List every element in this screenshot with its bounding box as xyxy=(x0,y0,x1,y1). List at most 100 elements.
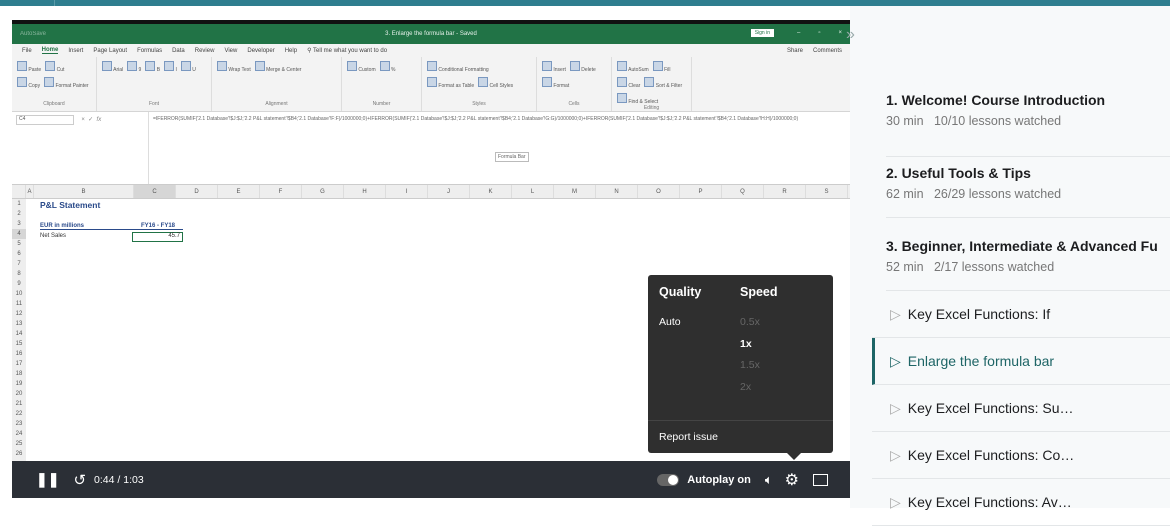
ribbon-group-cells: Insert Delete Format Cells xyxy=(537,57,612,111)
ribbon-button: I xyxy=(164,61,177,73)
ribbon-button: Cut xyxy=(45,61,64,73)
row-header: 20 xyxy=(15,391,23,397)
autoplay-label: Autoplay on xyxy=(687,473,751,486)
settings-gear-icon[interactable]: ⚙︎ xyxy=(785,470,799,490)
excel-title-bar: AutoSave 3. Enlarge the formula bar - Sa… xyxy=(12,24,850,44)
fx-icon: × ✓ fx xyxy=(78,117,102,123)
lesson-item[interactable]: ▷ Key Excel Functions: Su… xyxy=(872,385,1170,432)
row-header: 3 xyxy=(17,221,21,227)
menu-home: Home xyxy=(41,47,59,54)
column-header: B xyxy=(34,185,134,198)
lesson-title: Enlarge the formula bar xyxy=(907,353,1055,369)
speed-option-2x[interactable]: 2x xyxy=(740,381,751,393)
column-headers: ABCDEFGHIJKLMNOPQRS xyxy=(12,185,850,199)
section-3[interactable]: 3. Beginner, Intermediate & Advanced Fu 5… xyxy=(886,238,1170,291)
column-header: C xyxy=(134,185,176,198)
row-header: 21 xyxy=(15,401,23,407)
ribbon-group-styles: Conditional Formatting Format as Table C… xyxy=(422,57,537,111)
cell-c4: 45.7 xyxy=(132,232,183,242)
speed-option-1x[interactable]: 1x xyxy=(740,338,752,350)
section-meta: 52 min 2/17 lessons watched xyxy=(886,260,1055,274)
speed-option-1.5x[interactable]: 1.5x xyxy=(740,359,760,371)
ribbon-button: % xyxy=(379,61,395,73)
lesson-item[interactable]: ▷ Key Excel Functions: Co… xyxy=(872,432,1170,479)
ribbon-button: Conditional Formatting xyxy=(427,61,489,73)
ribbon-group-editing: AutoSum Fill Clear Sort & Filter Find & … xyxy=(612,57,692,111)
row-header: 7 xyxy=(17,261,21,267)
quality-option-auto[interactable]: Auto xyxy=(659,316,681,328)
ribbon-button: Insert xyxy=(542,61,566,73)
row-header: 9 xyxy=(17,281,21,287)
lesson-item[interactable]: ▷ Key Excel Functions: Av… xyxy=(872,479,1170,526)
row-header: 15 xyxy=(15,341,23,347)
section-1[interactable]: 1. Welcome! Course Introduction 30 min 10… xyxy=(886,92,1170,157)
ribbon-button: Merge & Center xyxy=(254,61,301,73)
lesson-item[interactable]: ▷ Key Excel Functions: If xyxy=(872,291,1170,338)
ribbon-button: Delete xyxy=(569,61,596,73)
autoplay-toggle[interactable] xyxy=(657,473,680,486)
speed-option-0.5x[interactable]: 0.5x xyxy=(740,316,760,328)
row-header: 18 xyxy=(15,371,23,377)
lesson-item[interactable]: ▷ Enlarge the formula bar xyxy=(872,338,1170,385)
row-header: 11 xyxy=(15,301,23,307)
column-header: F xyxy=(260,185,302,198)
ribbon-button: Fill xyxy=(652,61,670,73)
excel-menu: File Home Insert Page Layout Formulas Data Rev… xyxy=(12,44,850,57)
lesson-title: Key Excel Functions: Co… xyxy=(907,447,1075,463)
section-title: 1. Welcome! Course Introduction xyxy=(886,92,1106,108)
menu-page-layout: Page Layout xyxy=(93,47,128,54)
row-header: 6 xyxy=(17,251,21,257)
expand-sidebar-icon[interactable]: » xyxy=(846,26,855,44)
time-display: 0:44 / 1:03 xyxy=(94,473,144,486)
cell-b1: P&L Statement xyxy=(40,200,101,210)
ribbon-button: AutoSum xyxy=(617,61,649,73)
column-header: L xyxy=(512,185,554,198)
volume-icon[interactable]: 🔈︎ xyxy=(765,472,773,488)
close-icon: × xyxy=(838,30,842,36)
ribbon-group-alignment: Wrap Text Merge & Center Alignment xyxy=(212,57,342,111)
row-header: 4 xyxy=(12,229,26,239)
settings-menu: Quality Speed Auto 0.5x 1x 1.5x 2x Repor… xyxy=(648,275,833,460)
section-title: 3. Beginner, Intermediate & Advanced Fu xyxy=(886,238,1158,254)
play-icon: ▷ xyxy=(890,446,901,463)
ribbon-button: B xyxy=(145,61,160,73)
play-icon: ▷ xyxy=(890,399,901,416)
section-title: 2. Useful Tools & Tips xyxy=(886,165,1031,181)
minimize-icon: – xyxy=(797,30,801,36)
row-headers: 1 2 3 4 5 6 7 8 9 10 11 12 13 14 15 16 17 18 19 20 21 22 23 24 2… xyxy=(12,199,26,461)
ribbon-button: U xyxy=(180,61,196,73)
fullscreen-icon[interactable] xyxy=(813,473,828,486)
column-header: D xyxy=(176,185,218,198)
column-header: S xyxy=(806,185,848,198)
column-header: R xyxy=(764,185,806,198)
column-header: Q xyxy=(722,185,764,198)
row-header: 24 xyxy=(15,431,23,437)
row-header: 16 xyxy=(15,351,23,357)
sign-in-button: Sign in xyxy=(750,29,774,37)
row-header: 10 xyxy=(15,291,23,297)
pause-icon[interactable]: ❚❚ xyxy=(36,471,59,488)
ribbon-button: Wrap Text xyxy=(217,61,251,73)
comments-button: Comments xyxy=(812,47,842,54)
section-2[interactable]: 2. Useful Tools & Tips 62 min 26/29 lesso… xyxy=(886,165,1170,218)
row-header: 1 xyxy=(17,201,21,207)
row-header: 25 xyxy=(15,441,23,447)
cell-b3: EUR in millions xyxy=(40,223,133,230)
ribbon-button: Copy xyxy=(17,77,40,89)
speed-heading: Speed xyxy=(740,285,778,299)
ribbon-button: Format as Table xyxy=(427,77,474,89)
report-issue-button[interactable]: Report issue xyxy=(659,431,718,443)
row-header: 12 xyxy=(15,311,23,317)
ribbon-group-font: Arial 9 B I U Font xyxy=(97,57,212,111)
ribbon-group-clipboard: Paste Cut Copy Format Painter Clipboard xyxy=(12,57,97,111)
lesson-title: Key Excel Functions: Su… xyxy=(907,400,1074,416)
cell-c3: FY16 - FY18 xyxy=(133,223,183,230)
column-header: P xyxy=(680,185,722,198)
course-sidebar: 1. Welcome! Course Introduction 30 min 10… xyxy=(850,6,1170,526)
row-header: 17 xyxy=(15,361,23,367)
row-header: 13 xyxy=(15,321,23,327)
row-header: 19 xyxy=(15,381,23,387)
menu-developer: Developer xyxy=(247,47,275,54)
rewind-icon[interactable]: ↺ xyxy=(73,471,86,489)
column-header: N xyxy=(596,185,638,198)
